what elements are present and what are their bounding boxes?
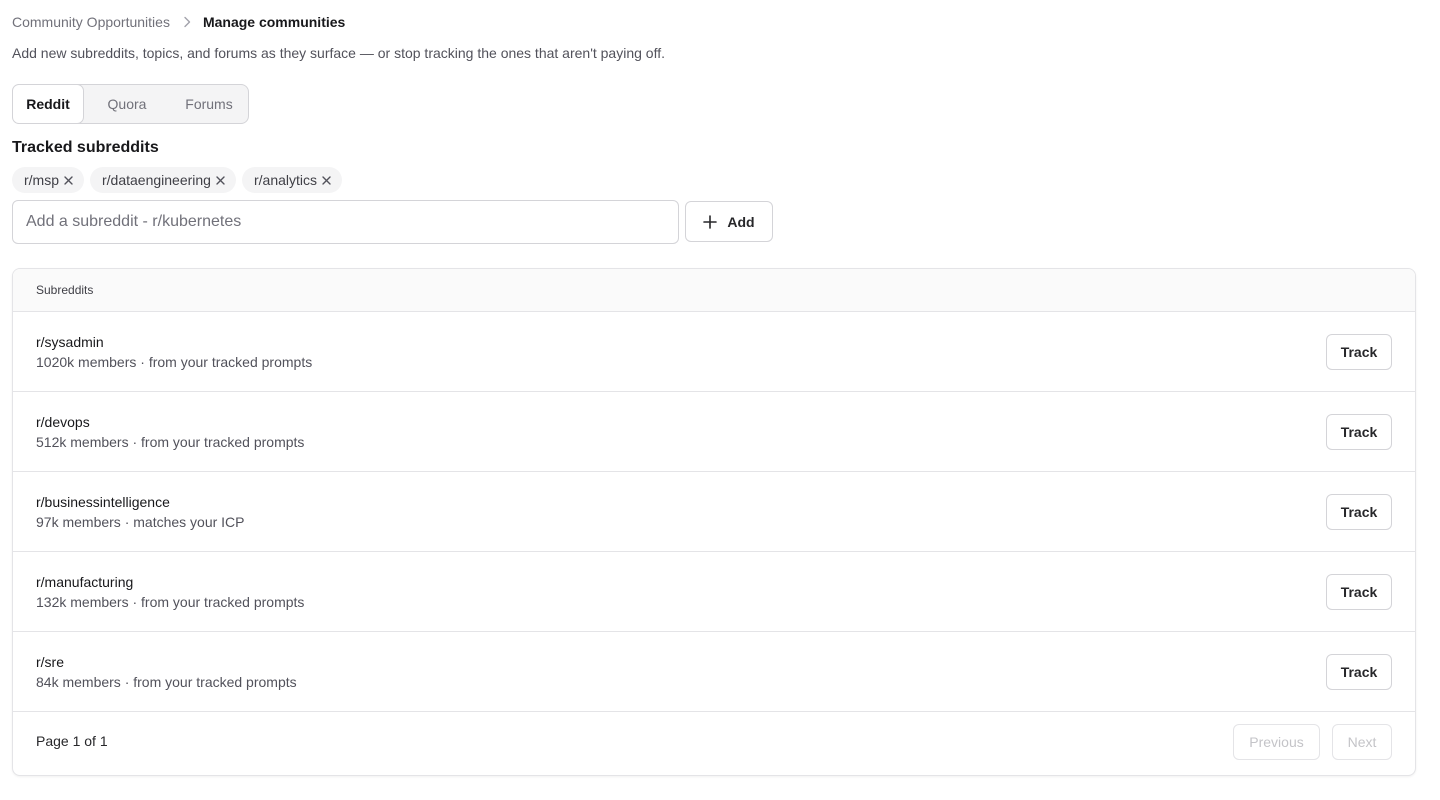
track-button[interactable]: Track: [1326, 414, 1392, 450]
tab-quora[interactable]: Quora: [84, 85, 170, 123]
platform-tabs: Reddit Quora Forums: [12, 84, 249, 124]
track-button[interactable]: Track: [1326, 654, 1392, 690]
subreddit-meta: 97k members · matches your ICP: [36, 514, 245, 530]
add-button-label: Add: [727, 213, 755, 230]
tracked-chip: r/dataengineering: [90, 167, 236, 193]
subreddit-meta: 1020k members · from your tracked prompt…: [36, 354, 313, 370]
next-button[interactable]: Next: [1332, 724, 1392, 760]
chip-label: r/analytics: [253, 172, 318, 188]
table-row: r/manufacturing 132k members · from your…: [13, 552, 1415, 632]
tracked-chips: r/msp r/dataengineering r/analytics: [12, 167, 343, 193]
breadcrumb-parent-link[interactable]: Community Opportunities: [12, 14, 170, 30]
close-icon[interactable]: [64, 175, 73, 185]
tracked-chip: r/msp: [12, 167, 84, 193]
subreddit-meta: 132k members · from your tracked prompts: [36, 594, 305, 610]
subreddit-name: r/devops: [36, 414, 90, 430]
chevron-right-icon: [183, 16, 191, 28]
add-subreddit-input[interactable]: [12, 200, 679, 244]
table-row: r/devops 512k members · from your tracke…: [13, 392, 1415, 472]
table-footer: Page 1 of 1 Previous Next: [13, 712, 1415, 775]
breadcrumb-current: Manage communities: [202, 14, 346, 30]
tracked-subreddits-title: Tracked subreddits: [12, 139, 159, 156]
previous-button[interactable]: Previous: [1233, 724, 1320, 760]
tracked-chip: r/analytics: [241, 167, 343, 193]
track-button[interactable]: Track: [1326, 574, 1392, 610]
table-header: Subreddits: [13, 269, 1415, 312]
subreddit-name: r/manufacturing: [36, 574, 134, 590]
tab-reddit[interactable]: Reddit: [12, 84, 84, 124]
chip-label: r/msp: [24, 172, 59, 188]
close-icon[interactable]: [322, 175, 331, 185]
page-info: Page 1 of 1: [36, 733, 108, 749]
breadcrumb: Community Opportunities Manage communiti…: [12, 13, 345, 31]
plus-icon: [703, 214, 718, 229]
subreddit-name: r/sre: [36, 654, 64, 670]
subreddits-table: Subreddits r/sysadmin 1020k members · fr…: [12, 268, 1416, 776]
tab-forums[interactable]: Forums: [170, 85, 248, 123]
table-row: r/sre 84k members · from your tracked pr…: [13, 632, 1415, 712]
page-description: Add new subreddits, topics, and forums a…: [12, 45, 665, 61]
close-icon[interactable]: [216, 175, 225, 185]
chip-label: r/dataengineering: [102, 172, 211, 188]
subreddit-name: r/sysadmin: [36, 334, 104, 350]
subreddit-meta: 84k members · from your tracked prompts: [36, 674, 297, 690]
track-button[interactable]: Track: [1326, 494, 1392, 530]
track-button[interactable]: Track: [1326, 334, 1392, 370]
subreddit-name: r/businessintelligence: [36, 494, 170, 510]
table-row: r/businessintelligence 97k members · mat…: [13, 472, 1415, 552]
add-button[interactable]: Add: [685, 201, 773, 242]
subreddit-meta: 512k members · from your tracked prompts: [36, 434, 305, 450]
table-row: r/sysadmin 1020k members · from your tra…: [13, 312, 1415, 392]
